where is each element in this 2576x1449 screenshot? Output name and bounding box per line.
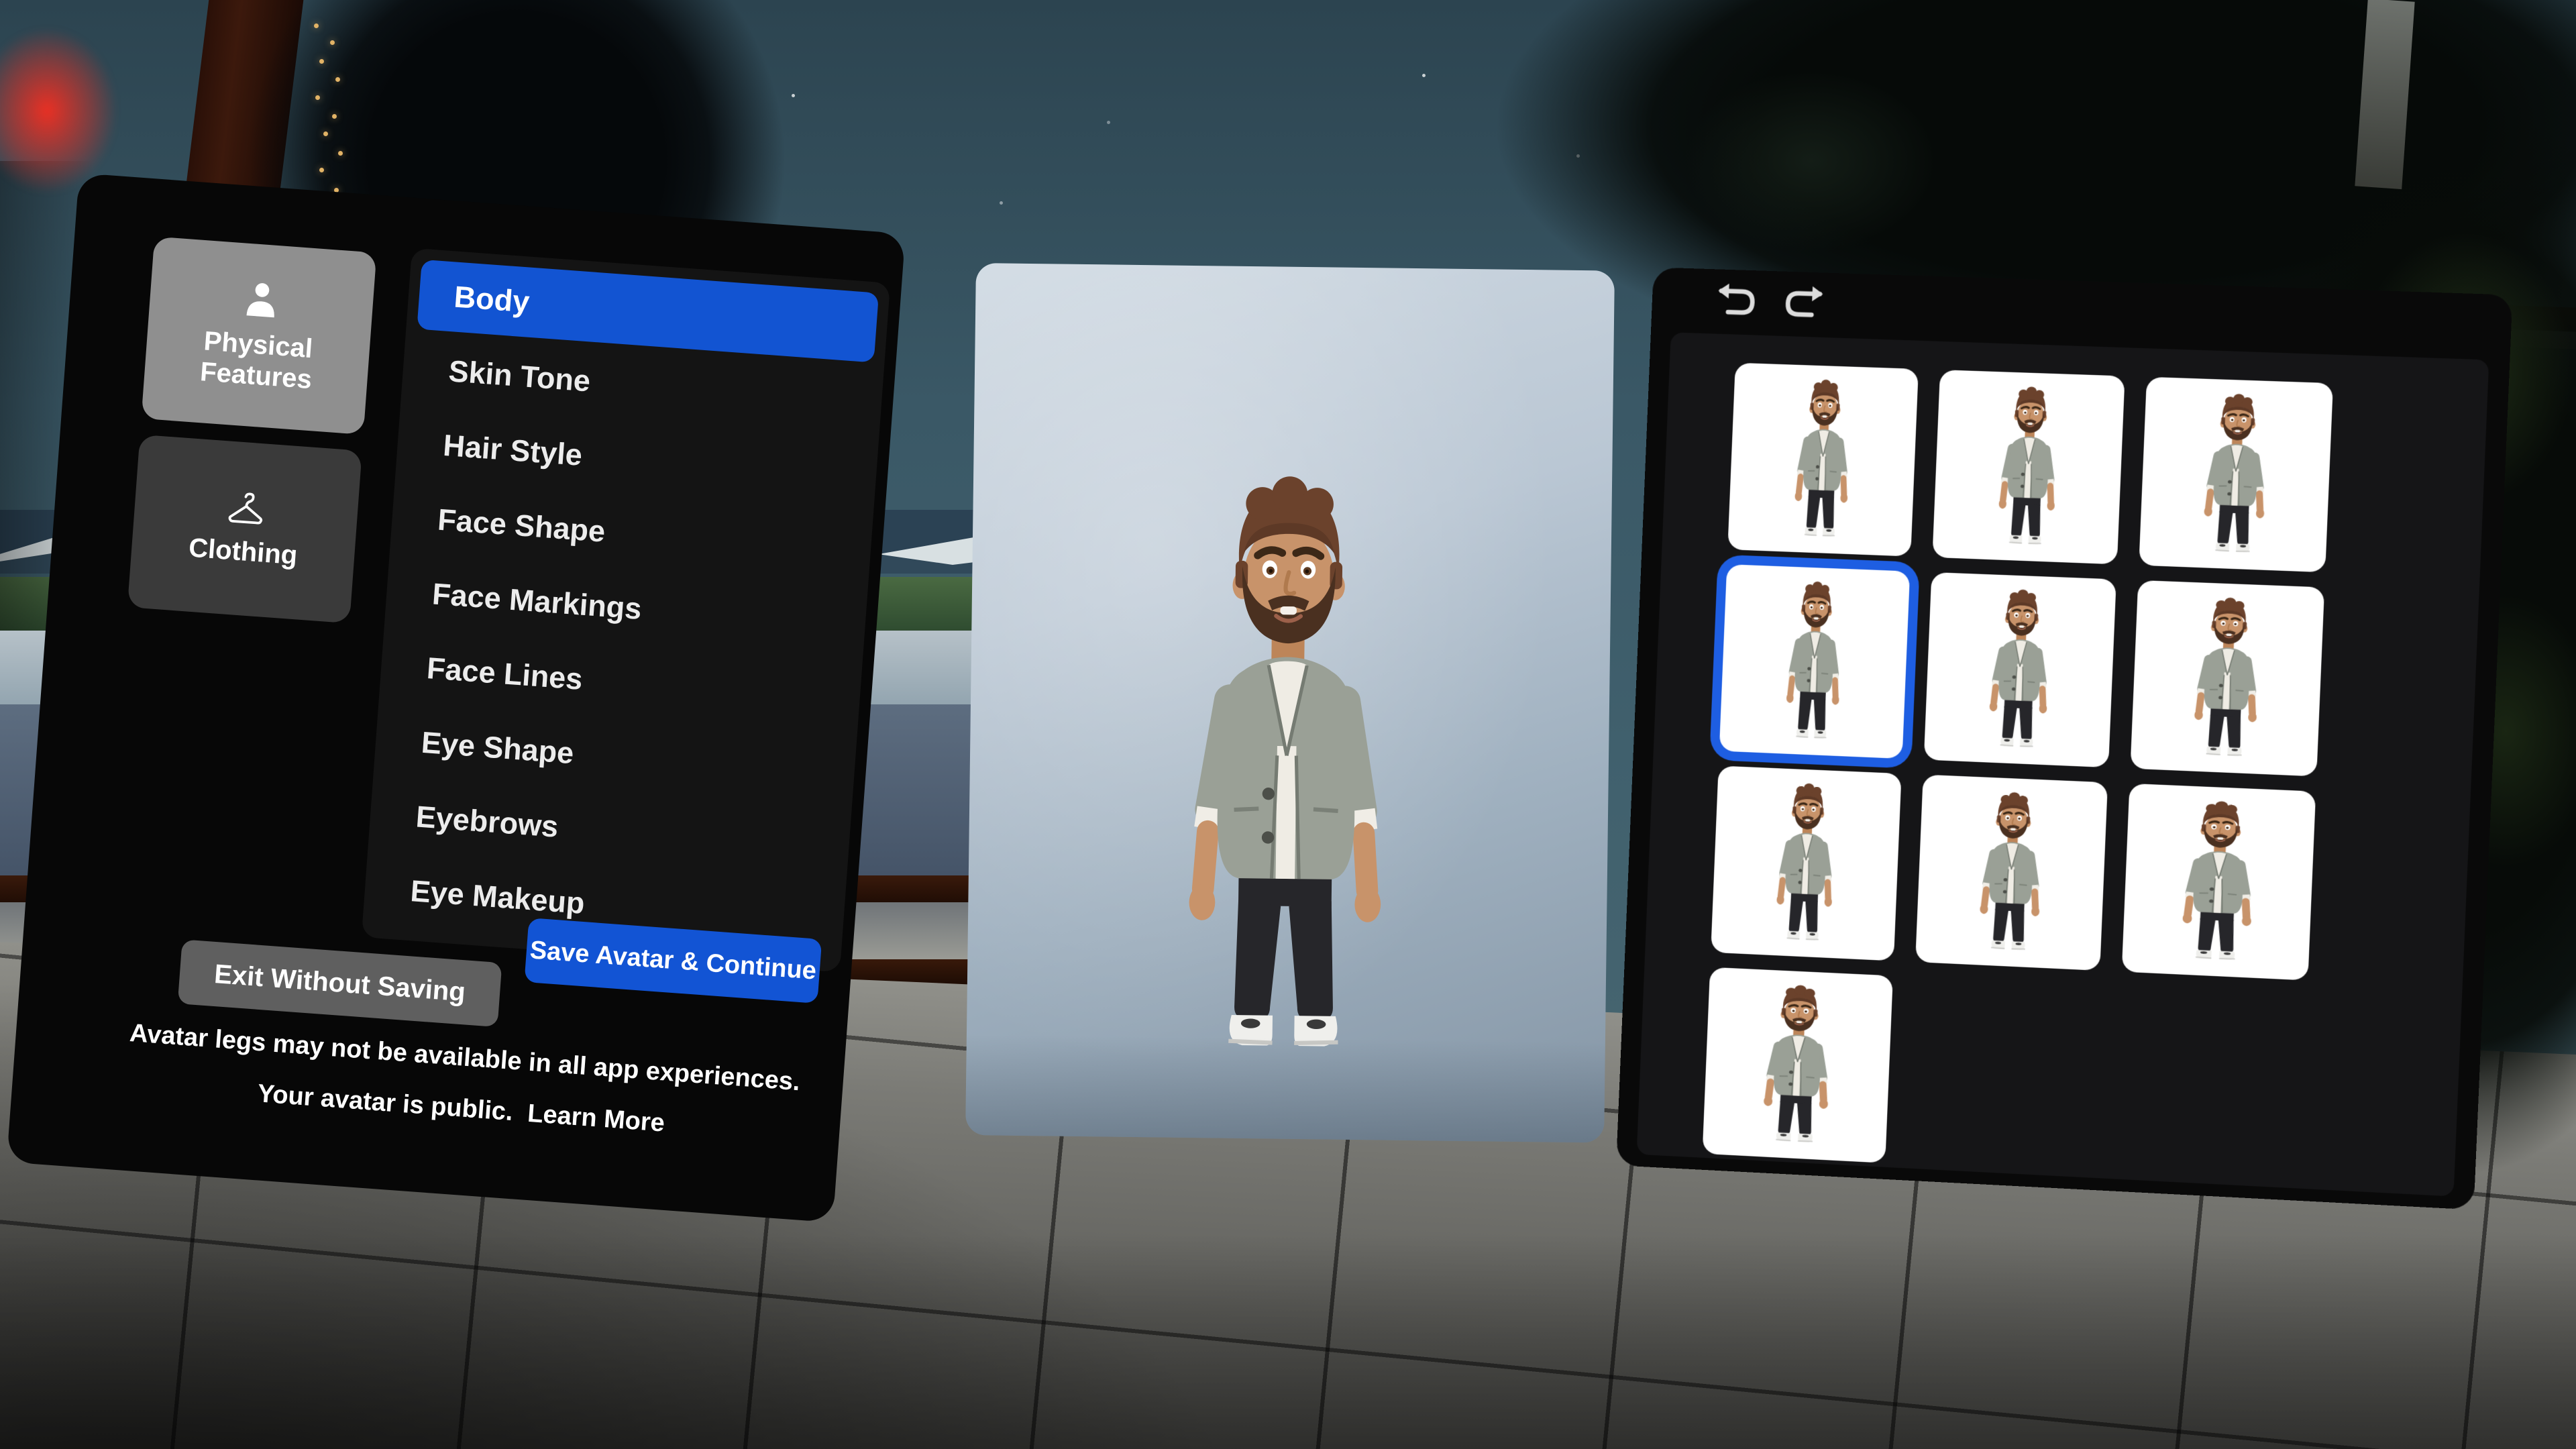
avatar-thumbnail (1763, 779, 1849, 948)
avatar-thumbnail (1748, 980, 1847, 1150)
body-type-option[interactable] (1915, 774, 2108, 971)
undo-button[interactable] (1711, 278, 1762, 319)
string-light (335, 77, 340, 82)
string-light (319, 59, 324, 64)
tab-physical-features[interactable]: Physical Features (141, 236, 377, 435)
avatar-thumbnail (1782, 375, 1864, 543)
avatar-preview-mirror (965, 263, 1615, 1143)
avatar-public-text: Your avatar is public. (256, 1079, 515, 1127)
body-type-option[interactable] (1702, 967, 1893, 1163)
body-type-option[interactable] (2130, 580, 2325, 777)
body-type-option[interactable] (2121, 783, 2316, 981)
star (1107, 121, 1110, 124)
body-type-option[interactable] (1932, 370, 2125, 565)
body-type-option[interactable] (1923, 572, 2116, 768)
foliage (1644, 40, 1979, 282)
string-light (323, 131, 328, 136)
floor-shadow (0, 1234, 2576, 1449)
avatar-editor-screen: Physical Features Clothing Body Skin Tone… (0, 0, 2576, 1449)
exit-without-saving-button[interactable]: Exit Without Saving (177, 939, 502, 1028)
avatar-thumbnail (2166, 796, 2271, 967)
string-light (338, 151, 343, 156)
string-light (332, 114, 337, 119)
redo-button[interactable] (1779, 280, 1831, 321)
body-type-option[interactable] (1711, 765, 1902, 961)
avatar-thumbnail (1773, 577, 1856, 745)
body-type-option[interactable] (2139, 376, 2334, 573)
star (1000, 201, 1003, 205)
avatar-thumbnail (2180, 593, 2275, 763)
body-type-option[interactable] (1727, 362, 1919, 557)
avatar-thumbnail (1976, 585, 2065, 755)
mirror-shading (965, 1034, 1605, 1143)
learn-more-link[interactable]: Learn More (527, 1099, 665, 1138)
avatar-figure (1146, 464, 1427, 1069)
string-light (330, 40, 335, 45)
body-type-option[interactable] (1719, 564, 1911, 759)
string-light (315, 95, 320, 100)
body-type-panel (1616, 267, 2513, 1210)
avatar-thumbnail (2190, 389, 2282, 559)
menu-list: Body Skin Tone Hair Style Face Shape Face Ma… (361, 248, 891, 973)
string-light (319, 168, 324, 172)
tab-label: Clothing (187, 533, 299, 571)
tab-label: Physical Features (199, 326, 314, 395)
star (792, 94, 795, 97)
star (1422, 74, 1426, 77)
tab-clothing[interactable]: Clothing (127, 434, 362, 624)
body-type-grid (1702, 362, 2334, 1185)
avatar-thumbnail (1966, 788, 2057, 957)
body-type-grid-container (1636, 332, 2489, 1197)
customization-panel: Physical Features Clothing Body Skin Tone… (6, 173, 906, 1223)
avatar-thumbnail (1985, 382, 2072, 551)
person-icon (246, 283, 274, 318)
hanger-icon (228, 492, 263, 525)
string-light (314, 23, 319, 28)
